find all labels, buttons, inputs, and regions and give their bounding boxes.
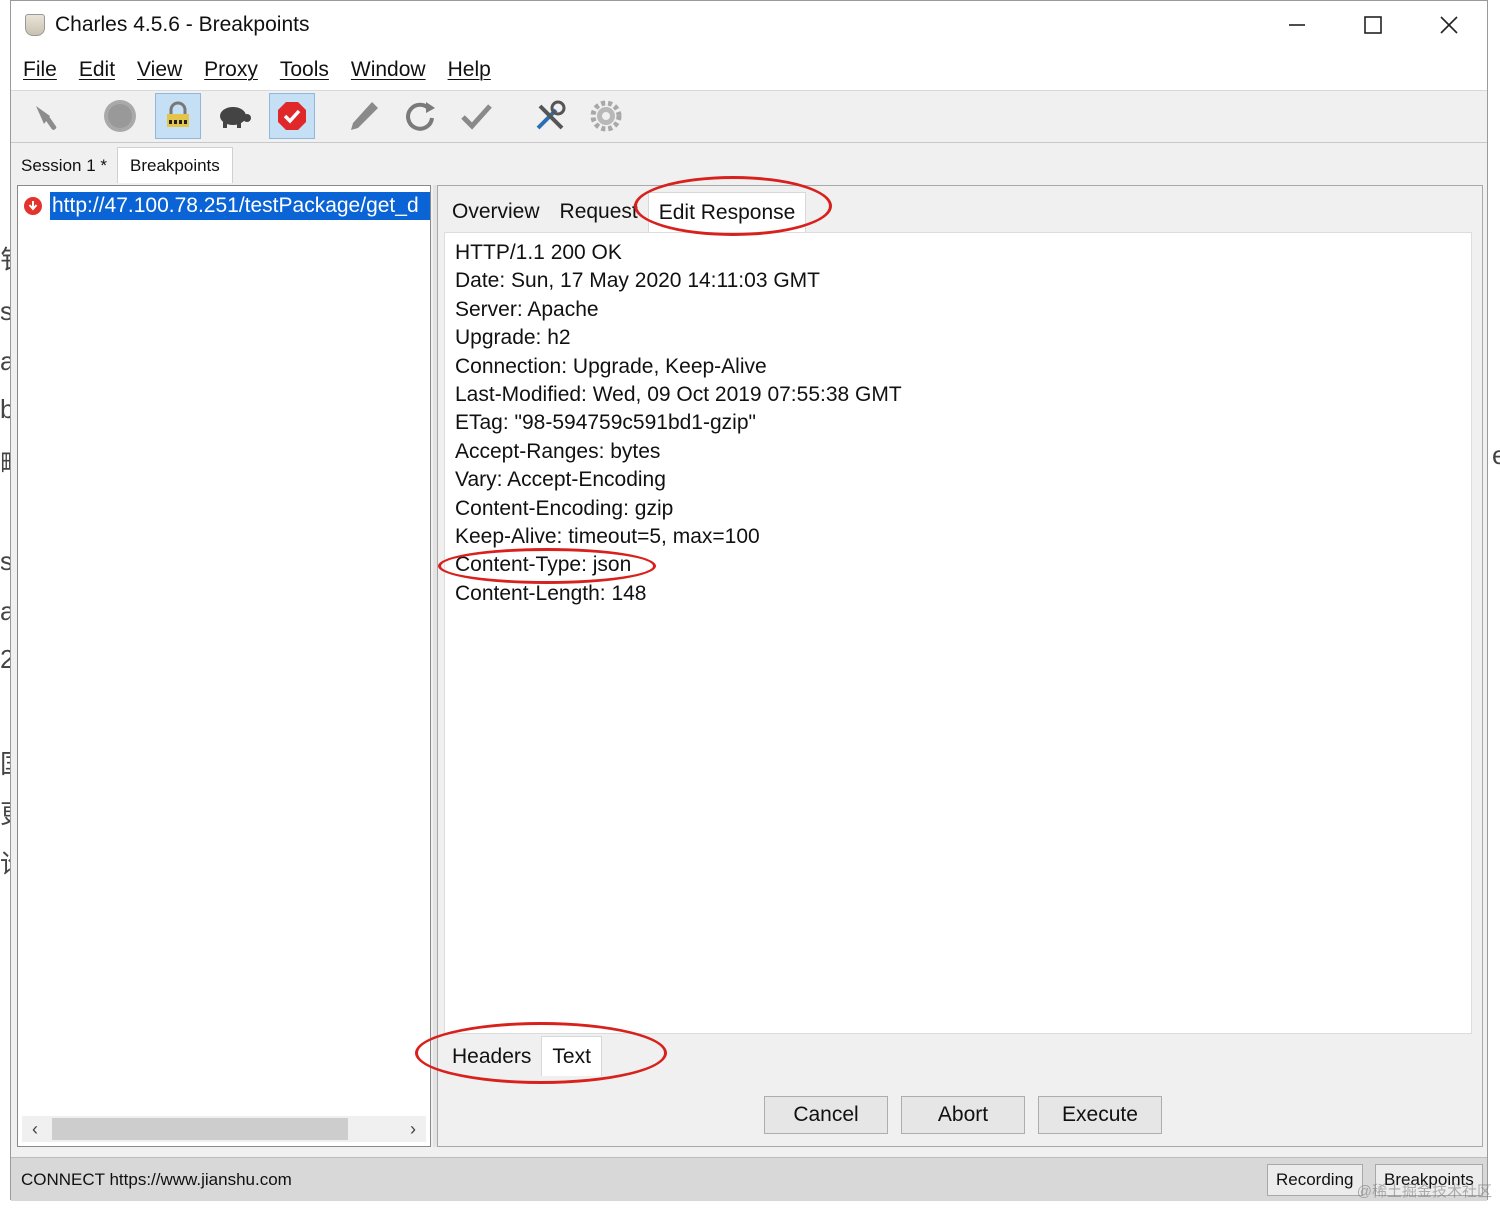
- record-icon: [104, 100, 136, 132]
- cancel-button[interactable]: Cancel: [764, 1096, 888, 1134]
- breakpoint-detail-pane: Overview Request Edit Response HTTP/1.1 …: [437, 185, 1483, 1147]
- charles-window: Charles 4.5.6 - Breakpoints File Edit Vi…: [10, 0, 1488, 1201]
- header-line-content-type: Content-Type: json: [455, 553, 632, 577]
- menu-proxy[interactable]: Proxy: [204, 58, 258, 82]
- gear-icon: [590, 100, 622, 132]
- detail-tabs: Overview Request Edit Response: [442, 192, 807, 232]
- header-line: ETag: "98-594759c591bd1-gzip": [455, 411, 756, 435]
- tab-text[interactable]: Text: [541, 1036, 602, 1076]
- scrollbar-thumb[interactable]: [52, 1118, 348, 1140]
- status-message: CONNECT https://www.jianshu.com: [21, 1170, 292, 1189]
- turtle-icon: [220, 107, 251, 128]
- menu-bar: File Edit View Proxy Tools Window Help: [11, 49, 1487, 91]
- background-page-left: 钅 s a b 略 s a 2 国 更 论: [0, 0, 12, 1209]
- background-page-right: e: [1488, 0, 1500, 1209]
- charles-app-icon: [25, 14, 45, 36]
- header-line: Accept-Ranges: bytes: [455, 439, 661, 463]
- minimize-button[interactable]: [1259, 1, 1335, 49]
- scroll-right-arrow-icon[interactable]: ›: [400, 1116, 426, 1142]
- breakpoint-icon: [24, 197, 42, 215]
- settings-button[interactable]: [583, 93, 629, 139]
- title-bar: Charles 4.5.6 - Breakpoints: [11, 1, 1487, 49]
- action-buttons: Cancel Abort Execute: [438, 1082, 1482, 1144]
- structure-tree-pane: http://47.100.78.251/testPackage/get_d ‹…: [17, 185, 431, 1147]
- maximize-button[interactable]: [1335, 1, 1411, 49]
- menu-tools[interactable]: Tools: [280, 58, 329, 82]
- tab-breakpoints[interactable]: Breakpoints: [117, 147, 233, 183]
- toolbar: [11, 91, 1487, 143]
- validate-button[interactable]: [453, 93, 499, 139]
- header-line: Content-Encoding: gzip: [455, 496, 674, 520]
- response-headers-editor[interactable]: HTTP/1.1 200 OK Date: Sun, 17 May 2020 1…: [444, 232, 1472, 1034]
- header-line: HTTP/1.1 200 OK: [455, 241, 622, 264]
- close-icon: [1440, 16, 1458, 34]
- header-line: Keep-Alive: timeout=5, max=100: [455, 524, 760, 548]
- close-button[interactable]: [1411, 1, 1487, 49]
- window-controls: [1259, 1, 1487, 49]
- throttle-button[interactable]: [211, 93, 257, 139]
- header-line: Server: Apache: [455, 297, 599, 321]
- menu-edit[interactable]: Edit: [79, 58, 115, 82]
- horizontal-scrollbar[interactable]: ‹ ›: [22, 1116, 426, 1142]
- header-line: Date: Sun, 17 May 2020 14:11:03 GMT: [455, 269, 820, 293]
- scroll-left-arrow-icon[interactable]: ‹: [22, 1116, 48, 1142]
- breakpoint-stop-icon: [278, 102, 306, 130]
- menu-window[interactable]: Window: [351, 58, 426, 82]
- repeat-button[interactable]: [397, 93, 443, 139]
- tab-headers[interactable]: Headers: [442, 1038, 541, 1076]
- tree-url-label: http://47.100.78.251/testPackage/get_d: [50, 192, 430, 220]
- header-line: Content-Length: 148: [455, 581, 647, 605]
- minimize-icon: [1289, 24, 1305, 26]
- menu-help[interactable]: Help: [448, 58, 491, 82]
- header-line: Vary: Accept-Encoding: [455, 468, 666, 492]
- tools-button[interactable]: [527, 93, 573, 139]
- compose-button[interactable]: [341, 93, 387, 139]
- record-button[interactable]: [97, 93, 143, 139]
- execute-button[interactable]: Execute: [1038, 1096, 1162, 1134]
- window-title: Charles 4.5.6 - Breakpoints: [55, 13, 310, 36]
- header-line: Upgrade: h2: [455, 326, 571, 350]
- tab-edit-response[interactable]: Edit Response: [647, 192, 807, 232]
- menu-file[interactable]: File: [23, 58, 57, 82]
- maximize-icon: [1364, 16, 1382, 34]
- menu-view[interactable]: View: [137, 58, 182, 82]
- broom-icon: [36, 106, 57, 130]
- tab-session-1[interactable]: Session 1 *: [11, 149, 117, 183]
- tools-icon: [536, 100, 566, 130]
- tab-overview[interactable]: Overview: [442, 192, 550, 232]
- breakpoints-toggle-button[interactable]: [269, 93, 315, 139]
- session-tabs: Session 1 * Breakpoints: [11, 147, 233, 183]
- ssl-proxying-button[interactable]: [155, 93, 201, 139]
- background-fragment: e: [1492, 440, 1500, 470]
- header-line: Last-Modified: Wed, 09 Oct 2019 07:55:38…: [455, 382, 902, 406]
- checkmark-icon: [461, 104, 492, 130]
- abort-button[interactable]: Abort: [901, 1096, 1025, 1134]
- header-lines: HTTP/1.1 200 OK Date: Sun, 17 May 2020 1…: [455, 239, 902, 608]
- tree-item-breakpoint-url[interactable]: http://47.100.78.251/testPackage/get_d: [24, 192, 430, 220]
- throttle-lock-icon: [167, 101, 189, 127]
- watermark: @稀土掘金技术社区: [1356, 1183, 1492, 1200]
- header-line: Connection: Upgrade, Keep-Alive: [455, 354, 767, 378]
- clear-session-button[interactable]: [25, 93, 71, 139]
- pen-icon: [351, 102, 378, 130]
- refresh-icon: [406, 102, 435, 131]
- recording-status-button[interactable]: Recording: [1267, 1164, 1363, 1196]
- tab-request[interactable]: Request: [550, 192, 648, 232]
- status-bar: CONNECT https://www.jianshu.com Recordin…: [11, 1157, 1487, 1201]
- response-view-tabs: Headers Text: [442, 1036, 602, 1076]
